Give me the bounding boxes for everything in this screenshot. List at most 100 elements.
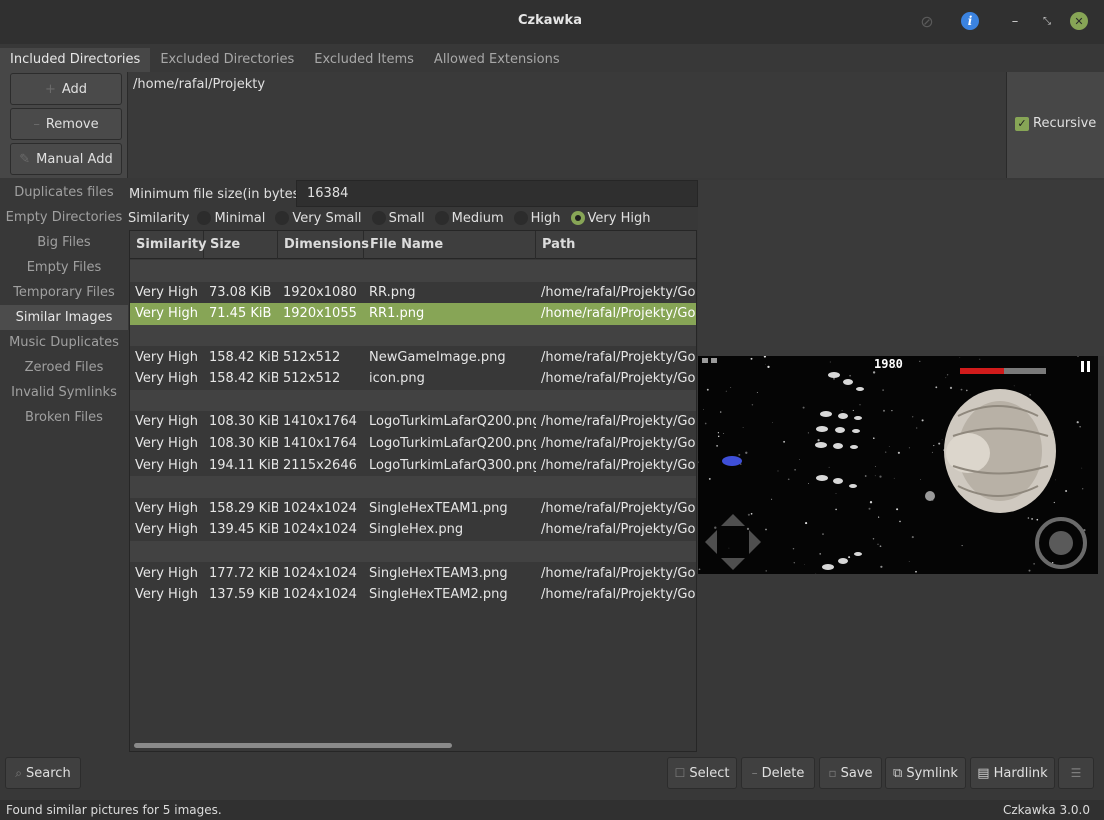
similarity-radio-medium[interactable]: Medium bbox=[434, 210, 504, 226]
delete-button[interactable]: – Delete bbox=[741, 757, 815, 789]
tab-included-directories[interactable]: Included Directories bbox=[0, 48, 151, 72]
table-row[interactable]: Very High 158.29 KiB 1024x1024 SingleHexTEA… bbox=[130, 498, 697, 520]
tab-excluded-directories[interactable]: Excluded Directories bbox=[150, 48, 304, 72]
table-row[interactable]: Very High 108.30 KiB 1410x1764 LogoTurkimLa… bbox=[130, 411, 696, 433]
cell-size: 158.29 KiB bbox=[209, 500, 278, 516]
similarity-radio-minimal[interactable]: Minimal bbox=[197, 211, 265, 226]
select-button[interactable]: ☐ Select bbox=[667, 757, 737, 789]
similarity-radio-high[interactable]: High bbox=[513, 211, 561, 226]
cell-dimensions: 1024x1024 bbox=[283, 522, 357, 538]
manual-add-button[interactable]: ✎ Manual Add bbox=[10, 143, 122, 175]
cell-path: /home/rafal/Projekty/God bbox=[541, 565, 697, 581]
radio-label: Medium bbox=[451, 210, 504, 226]
tab-allowed-extensions[interactable]: Allowed Extensions bbox=[424, 48, 570, 72]
sidebar-item-temporary-files[interactable]: Temporary Files bbox=[0, 280, 128, 305]
column-header-size[interactable]: Size bbox=[204, 231, 278, 259]
column-header-similarity[interactable]: Similarity bbox=[130, 231, 207, 259]
similarity-radio-small[interactable]: Small bbox=[371, 211, 425, 226]
sidebar-item-empty-files[interactable]: Empty Files bbox=[0, 255, 128, 280]
cell-dimensions: 512x512 bbox=[283, 349, 341, 365]
similarity-radio-very-high[interactable]: Very High bbox=[570, 210, 651, 226]
minimize-icon[interactable]: – bbox=[1006, 12, 1024, 30]
stop-icon[interactable]: ⊘ bbox=[918, 12, 936, 31]
column-header-file-name[interactable]: File Name bbox=[364, 231, 536, 259]
table-row[interactable]: Very High 137.59 KiB 1024x1024 SingleHexTEA… bbox=[130, 584, 696, 606]
symlink-button[interactable]: ⧉ Symlink bbox=[885, 757, 966, 789]
sidebar-item-music-duplicates[interactable]: Music Duplicates bbox=[0, 330, 128, 355]
menu-button[interactable]: ☰ bbox=[1058, 757, 1094, 789]
table-row[interactable]: Very High 108.30 KiB 1410x1764 LogoTurkimLa… bbox=[130, 433, 696, 455]
group-header-row bbox=[130, 475, 696, 498]
maximize-icon[interactable]: ⤡ bbox=[1038, 12, 1056, 30]
cell-file-name: icon.png bbox=[369, 371, 425, 387]
cell-path: /home/rafal/Projekty/God bbox=[541, 457, 697, 473]
cell-similarity: Very High bbox=[135, 565, 198, 581]
directory-list[interactable]: /home/rafal/Projekty bbox=[127, 72, 1007, 178]
cell-file-name: RR1.png bbox=[369, 306, 425, 322]
save-button[interactable]: ▫ Save bbox=[819, 757, 882, 789]
cell-size: 139.45 KiB bbox=[209, 522, 278, 538]
table-body: Very High 73.08 KiB 1920x1080 RR.png/home/r… bbox=[130, 260, 697, 606]
hardlink-icon: ▤ bbox=[977, 765, 990, 781]
cell-file-name: SingleHexTEAM1.png bbox=[369, 500, 508, 516]
cell-dimensions: 2115x2646 bbox=[283, 457, 357, 473]
cell-similarity: Very High bbox=[135, 522, 198, 538]
tool-sidebar: Duplicates files Empty Directories Big F… bbox=[0, 180, 128, 755]
cell-path: /home/rafal/Projekty/God bbox=[541, 500, 697, 516]
plus-icon: + bbox=[44, 81, 56, 97]
sidebar-item-empty-directories[interactable]: Empty Directories bbox=[0, 205, 128, 230]
search-button[interactable]: ⌕ Search bbox=[5, 757, 81, 789]
cell-path: /home/rafal/Projekty/God bbox=[541, 349, 697, 365]
table-row[interactable]: Very High 158.42 KiB 512x512 icon.png/home/… bbox=[130, 368, 697, 390]
sidebar-item-zeroed-files[interactable]: Zeroed Files bbox=[0, 355, 128, 380]
similarity-radio-very-small[interactable]: Very Small bbox=[275, 211, 362, 226]
sidebar-item-broken-files[interactable]: Broken Files bbox=[0, 405, 128, 430]
horizontal-scrollbar[interactable] bbox=[134, 743, 452, 748]
sidebar-item-big-files[interactable]: Big Files bbox=[0, 230, 128, 255]
cell-path: /home/rafal/Projekty/God bbox=[541, 371, 697, 387]
add-button[interactable]: + Add bbox=[10, 73, 122, 105]
minus-icon: – bbox=[33, 116, 40, 132]
recursive-checkbox[interactable]: ✓ Recursive bbox=[1015, 116, 1096, 131]
results-table[interactable]: Similarity Size Dimensions File Name Pat… bbox=[129, 230, 697, 752]
table-row[interactable]: Very High 73.08 KiB 1920x1080 RR.png/home/r… bbox=[130, 282, 696, 304]
cell-file-name: SingleHexTEAM3.png bbox=[369, 565, 508, 581]
cell-dimensions: 1920x1080 bbox=[283, 284, 357, 300]
sidebar-item-similar-images[interactable]: Similar Images bbox=[0, 305, 128, 330]
cell-similarity: Very High bbox=[135, 349, 198, 365]
cell-dimensions: 1920x1055 bbox=[283, 306, 357, 322]
table-row[interactable]: Very High 158.42 KiB 512x512 NewGameImage.p… bbox=[130, 346, 697, 368]
column-header-path[interactable]: Path bbox=[536, 231, 696, 259]
cell-file-name: NewGameImage.png bbox=[369, 349, 506, 365]
image-preview: 1980 bbox=[698, 356, 1098, 574]
included-directories-panel: + Add – Remove ✎ Manual Add /home/rafal/… bbox=[0, 72, 1104, 178]
radio-label: Very High bbox=[587, 210, 651, 226]
radio-icon bbox=[275, 211, 290, 225]
sidebar-item-invalid-symlinks[interactable]: Invalid Symlinks bbox=[0, 380, 128, 405]
recursive-label: Recursive bbox=[1033, 116, 1097, 131]
table-row[interactable]: Very High 139.45 KiB 1024x1024 SingleHex.pn… bbox=[130, 519, 696, 541]
table-row[interactable]: Very High 177.72 KiB 1024x1024 SingleHexTEA… bbox=[130, 562, 697, 584]
remove-button[interactable]: – Remove bbox=[10, 108, 122, 140]
cell-dimensions: 1024x1024 bbox=[283, 500, 357, 516]
group-header-row bbox=[130, 324, 696, 347]
cell-size: 137.59 KiB bbox=[209, 587, 278, 603]
table-row[interactable]: Very High 194.11 KiB 2115x2646 LogoTurkimLa… bbox=[130, 454, 697, 476]
min-size-input[interactable]: 16384 bbox=[296, 180, 698, 207]
info-icon[interactable]: i bbox=[961, 12, 979, 30]
radio-icon bbox=[434, 211, 449, 225]
cell-file-name: SingleHex.png bbox=[369, 522, 464, 538]
menu-icon: ☰ bbox=[1070, 766, 1082, 780]
close-icon[interactable]: ✕ bbox=[1070, 12, 1088, 30]
search-icon: ⌕ bbox=[15, 765, 23, 780]
status-bar: Found similar pictures for 5 images. Czk… bbox=[0, 800, 1104, 820]
directory-item[interactable]: /home/rafal/Projekty bbox=[128, 72, 1006, 97]
cell-size: 108.30 KiB bbox=[209, 436, 278, 452]
directory-tabs: Included Directories Excluded Directorie… bbox=[0, 48, 570, 72]
score-text: 1980 bbox=[874, 357, 903, 371]
table-row-selected[interactable]: Very High 71.45 KiB 1920x1055 RR1.png/home/… bbox=[130, 303, 696, 325]
sidebar-item-duplicates[interactable]: Duplicates files bbox=[0, 180, 128, 205]
column-header-dimensions[interactable]: Dimensions bbox=[278, 231, 369, 259]
hardlink-button[interactable]: ▤ Hardlink bbox=[970, 757, 1055, 789]
tab-excluded-items[interactable]: Excluded Items bbox=[304, 48, 424, 72]
